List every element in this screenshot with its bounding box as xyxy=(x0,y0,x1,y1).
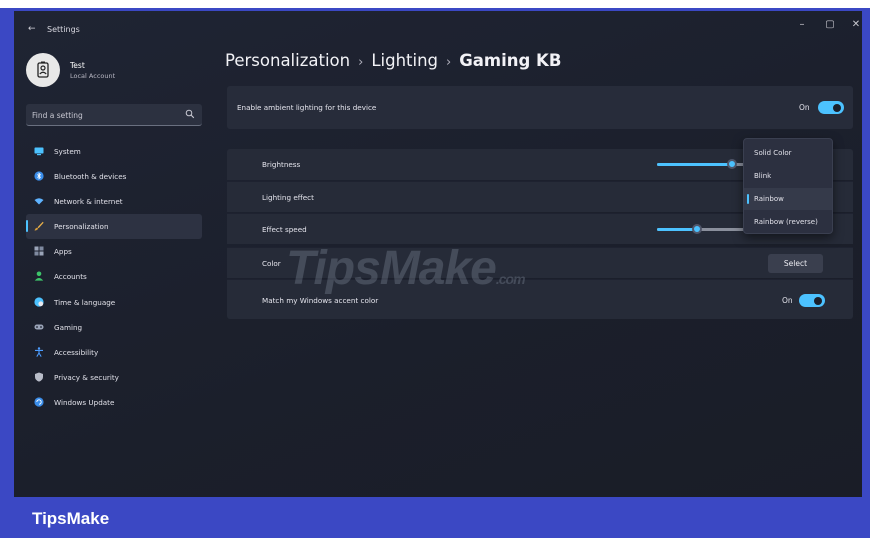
dropdown-option-label: Rainbow (reverse) xyxy=(754,218,818,226)
shield-icon xyxy=(35,372,43,382)
accessibility-icon xyxy=(35,347,43,357)
brightness-slider-thumb[interactable] xyxy=(727,159,737,169)
watermark-text: TipsMake xyxy=(286,242,497,295)
dropdown-option-label: Solid Color xyxy=(754,149,792,157)
color-select-button[interactable]: Select xyxy=(768,254,823,273)
breadcrumb: Personalization › Lighting › Gaming KB xyxy=(225,51,561,70)
dropdown-option-rainbow[interactable]: Rainbow xyxy=(744,188,832,210)
close-icon[interactable]: ✕ xyxy=(846,19,862,30)
sidebar-item-time-language[interactable]: Time & language xyxy=(26,290,202,315)
sidebar-item-gaming[interactable]: Gaming xyxy=(26,315,202,340)
settings-window: ← Settings – ▢ ✕ Test Local Account Find… xyxy=(14,11,862,497)
account-type: Local Account xyxy=(70,72,116,80)
effect-speed-slider-thumb[interactable] xyxy=(692,224,702,234)
user-name: Test xyxy=(70,61,85,70)
ambient-toggle-state: On xyxy=(799,103,810,112)
apps-icon xyxy=(34,246,44,256)
watermark-suffix: .com xyxy=(495,271,526,287)
sidebar-item-label: Accessibility xyxy=(54,347,99,357)
lighting-effect-label: Lighting effect xyxy=(262,193,314,202)
sidebar-item-label: Privacy & security xyxy=(54,372,119,382)
sidebar-item-apps[interactable]: Apps xyxy=(26,239,202,264)
back-arrow-icon[interactable]: ← xyxy=(28,24,36,34)
sidebar-item-label: Time & language xyxy=(54,297,116,307)
avatar xyxy=(26,53,60,87)
dropdown-option-solid-color[interactable]: Solid Color xyxy=(744,142,832,164)
update-icon xyxy=(34,397,44,407)
gamepad-icon xyxy=(34,324,44,330)
sidebar-item-label: Accounts xyxy=(54,272,87,282)
sidebar-item-personalization[interactable]: Personalization xyxy=(26,214,202,240)
toggle-knob xyxy=(833,103,841,112)
toggle-knob xyxy=(814,296,822,305)
screenshot-frame: ← Settings – ▢ ✕ Test Local Account Find… xyxy=(0,0,870,538)
sidebar-nav: System Bluetooth & devices Network & int… xyxy=(26,139,204,415)
search-input[interactable] xyxy=(32,109,182,121)
sidebar-item-network[interactable]: Network & internet xyxy=(26,189,202,214)
person-icon xyxy=(34,271,44,282)
footer-banner: TipsMake xyxy=(0,497,870,538)
sidebar-item-label: Bluetooth & devices xyxy=(54,172,127,182)
monitor-icon xyxy=(34,147,44,156)
globe-clock-icon xyxy=(34,296,44,307)
match-accent-toggle-state: On xyxy=(782,296,793,305)
sidebar-item-accounts[interactable]: Accounts xyxy=(26,264,202,289)
title-bar: ← Settings – ▢ ✕ xyxy=(14,11,862,45)
brush-icon xyxy=(34,222,44,231)
search-box xyxy=(26,104,202,126)
brightness-slider-fill xyxy=(657,163,732,166)
match-accent-label: Match my Windows accent color xyxy=(262,296,379,305)
dropdown-option-blink[interactable]: Blink xyxy=(744,165,832,187)
search-icon[interactable] xyxy=(185,109,195,119)
sidebar-item-windows-update[interactable]: Windows Update xyxy=(26,390,202,415)
ambient-lighting-card: Enable ambient lighting for this device … xyxy=(227,86,853,129)
active-indicator xyxy=(26,220,28,233)
page-title: Gaming KB xyxy=(459,51,562,70)
minimize-icon[interactable]: – xyxy=(792,19,812,30)
user-avatar-icon xyxy=(37,61,49,78)
effect-speed-slider-fill xyxy=(657,228,697,231)
maximize-icon[interactable]: ▢ xyxy=(820,19,840,30)
sidebar-item-bluetooth[interactable]: Bluetooth & devices xyxy=(26,164,202,189)
sidebar-item-label: Windows Update xyxy=(54,397,115,407)
brightness-label: Brightness xyxy=(262,160,301,169)
watermark: TipsMake.com xyxy=(286,241,526,296)
breadcrumb-personalization[interactable]: Personalization xyxy=(225,51,350,70)
sidebar-item-system[interactable]: System xyxy=(26,139,202,164)
lighting-effect-dropdown: Solid Color Blink Rainbow Rainbow (rever… xyxy=(743,138,833,234)
sidebar-item-label: System xyxy=(54,147,81,156)
bluetooth-icon xyxy=(34,171,44,181)
sidebar-item-label: Personalization xyxy=(54,222,109,232)
effect-speed-label: Effect speed xyxy=(262,225,307,234)
dropdown-option-label: Rainbow xyxy=(754,195,784,203)
frame-border-right xyxy=(862,8,870,500)
dropdown-option-rainbow-reverse[interactable]: Rainbow (reverse) xyxy=(744,211,832,233)
sidebar-item-privacy[interactable]: Privacy & security xyxy=(26,365,202,390)
sidebar-item-label: Apps xyxy=(54,247,72,257)
dropdown-option-label: Blink xyxy=(754,172,772,180)
ambient-lighting-label: Enable ambient lighting for this device xyxy=(237,103,377,112)
breadcrumb-separator: › xyxy=(446,55,452,70)
wifi-icon xyxy=(34,198,44,205)
sidebar-item-label: Network & internet xyxy=(54,197,123,207)
color-label: Color xyxy=(262,259,281,268)
footer-brand: TipsMake xyxy=(32,509,110,528)
match-accent-toggle[interactable] xyxy=(799,294,825,307)
frame-border-left xyxy=(0,8,14,500)
ambient-lighting-toggle[interactable] xyxy=(818,101,844,114)
window-title: Settings xyxy=(47,25,80,34)
selected-indicator xyxy=(747,194,749,204)
sidebar-item-accessibility[interactable]: Accessibility xyxy=(26,340,202,365)
breadcrumb-separator: › xyxy=(358,55,364,70)
breadcrumb-lighting[interactable]: Lighting xyxy=(371,51,438,70)
sidebar-item-label: Gaming xyxy=(54,322,83,332)
